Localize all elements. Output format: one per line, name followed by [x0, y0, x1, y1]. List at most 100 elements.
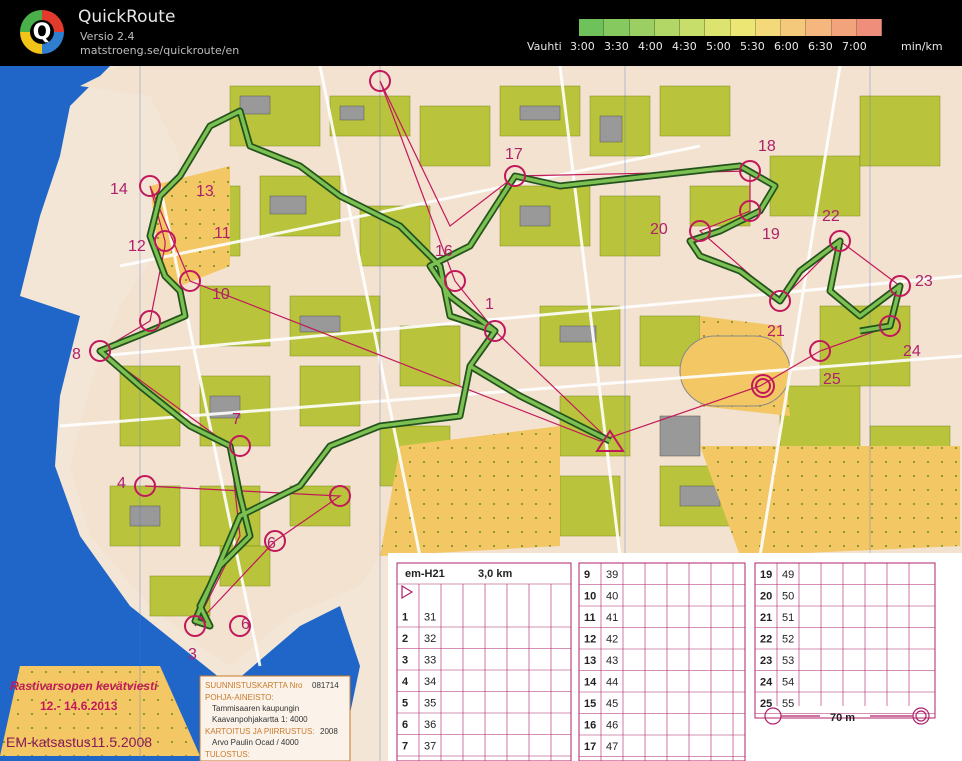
map-info-number: 081714 — [312, 681, 339, 690]
app-url[interactable]: matstroeng.se/quickroute/en — [80, 44, 239, 57]
control-code: 47 — [606, 741, 618, 753]
control-number: 7 — [232, 411, 241, 428]
event-date: 12.- 14.6.2013 — [40, 699, 118, 713]
pace-label: Vauhti — [527, 40, 562, 53]
control-code: 42 — [606, 634, 618, 646]
map-info-title: SUUNNISTUSKARTTA Nro — [205, 681, 303, 690]
control-code: 46 — [606, 720, 618, 732]
control-number: 10 — [212, 286, 230, 303]
control-number: 21 — [767, 323, 785, 340]
control-number: 16 — [435, 243, 453, 260]
quickroute-logo-icon: Q — [20, 10, 64, 54]
control-number: 20 — [760, 591, 772, 603]
class-name: em-H21 — [405, 568, 445, 580]
control-number: 15 — [584, 698, 596, 710]
control-number: 10 — [584, 591, 596, 603]
map-info-line: Tammisaaren kaupungin — [212, 704, 299, 713]
control-number: 11 — [584, 612, 596, 624]
svg-text:Q: Q — [33, 20, 52, 45]
app-name: QuickRoute — [78, 7, 176, 27]
map-info-line: Arvo Paulin Ocad / 4000 — [212, 738, 299, 747]
control-number: 18 — [758, 138, 776, 155]
control-number: 13 — [196, 183, 214, 200]
pace-color-swatch — [781, 19, 807, 36]
event-note: EM-katsastus11.5.2008 — [6, 734, 152, 750]
map-info-line: Kaavanpohjakartta 1: 4000 — [212, 715, 308, 724]
control-number: 1 — [402, 612, 408, 624]
control-number: 17 — [584, 741, 596, 753]
control-code: 44 — [606, 677, 618, 689]
pace-tick: 4:00 — [638, 40, 663, 53]
control-number: 2 — [402, 633, 408, 645]
control-code: 45 — [606, 698, 618, 710]
control-number: 12 — [584, 634, 596, 646]
map-info-line: TULOSTUS: — [205, 750, 250, 759]
control-number: 21 — [760, 612, 772, 624]
pace-tick: 7:00 — [842, 40, 867, 53]
control-number: 7 — [402, 741, 408, 753]
pace-color-swatch — [705, 19, 731, 36]
control-number: 6 — [402, 719, 408, 731]
control-code: 35 — [424, 698, 436, 710]
map-info-line: POHJA-AINEISTO: — [205, 693, 274, 702]
control-code: 34 — [424, 676, 436, 688]
control-code: 41 — [606, 612, 618, 624]
app-version: Versio 2.4 — [80, 30, 135, 43]
control-code: 51 — [782, 612, 794, 624]
control-code: 43 — [606, 655, 618, 667]
control-code: 31 — [424, 612, 436, 624]
pace-color-swatch — [831, 19, 857, 36]
control-number: 8 — [72, 346, 81, 363]
control-number: 19 — [762, 226, 780, 243]
pace-tick: 4:30 — [672, 40, 697, 53]
course-length: 3,0 km — [478, 568, 512, 580]
control-number: 5 — [402, 698, 408, 710]
control-code: 49 — [782, 569, 794, 581]
pace-tick: 5:00 — [706, 40, 731, 53]
control-number: 3 — [188, 646, 197, 663]
control-number: 16 — [584, 720, 596, 732]
control-number: 17 — [505, 146, 523, 163]
control-code: 36 — [424, 719, 436, 731]
control-number: 24 — [903, 343, 921, 360]
control-number: 24 — [760, 677, 773, 689]
pace-color-swatch — [806, 19, 832, 36]
control-number: 9 — [584, 569, 590, 581]
control-code: 52 — [782, 634, 794, 646]
control-number: 3 — [402, 655, 408, 667]
control-code: 37 — [424, 741, 436, 753]
control-number: 23 — [760, 655, 772, 667]
app-header: Q QuickRoute Versio 2.4 matstroeng.se/qu… — [0, 0, 962, 66]
pace-color-swatch — [856, 19, 882, 36]
control-number: 19 — [760, 569, 772, 581]
pace-tick: 3:30 — [604, 40, 629, 53]
map-info-year: 2008 — [320, 727, 338, 736]
control-number: 6 — [267, 535, 276, 552]
control-number: 1 — [485, 296, 494, 313]
control-number: 25 — [823, 371, 841, 388]
control-code: 55 — [782, 698, 794, 710]
control-description-sheet: 1312323334345356367378389391040114112421… — [388, 553, 962, 761]
event-text: Rastivarsopen kevätviesti — [10, 679, 158, 693]
control-number: 20 — [650, 221, 668, 238]
control-code: 40 — [606, 591, 618, 603]
control-number: 14 — [110, 181, 128, 198]
finish-distance: 70 m — [830, 712, 855, 724]
control-code: 50 — [782, 591, 794, 603]
map-info-box: SUUNNISTUSKARTTA Nro 081714 POHJA-AINEIS… — [199, 675, 351, 761]
pace-unit: min/km — [901, 40, 943, 53]
pace-tick: 5:30 — [740, 40, 765, 53]
pace-color-scale — [579, 19, 882, 36]
control-code: 33 — [424, 655, 436, 667]
pace-color-swatch — [755, 19, 781, 36]
control-number: 14 — [584, 677, 597, 689]
control-number: 4 — [117, 475, 126, 492]
pace-color-swatch — [730, 19, 756, 36]
orienteering-map[interactable]: 1 16 17 18 19 20 21 22 23 24 25 13 14 11… — [0, 66, 962, 761]
pace-tick: 3:00 — [570, 40, 595, 53]
pace-color-swatch — [680, 19, 706, 36]
control-number: 22 — [760, 634, 772, 646]
pace-color-swatch — [604, 19, 630, 36]
pace-tick: 6:30 — [808, 40, 833, 53]
pace-color-swatch — [654, 19, 680, 36]
